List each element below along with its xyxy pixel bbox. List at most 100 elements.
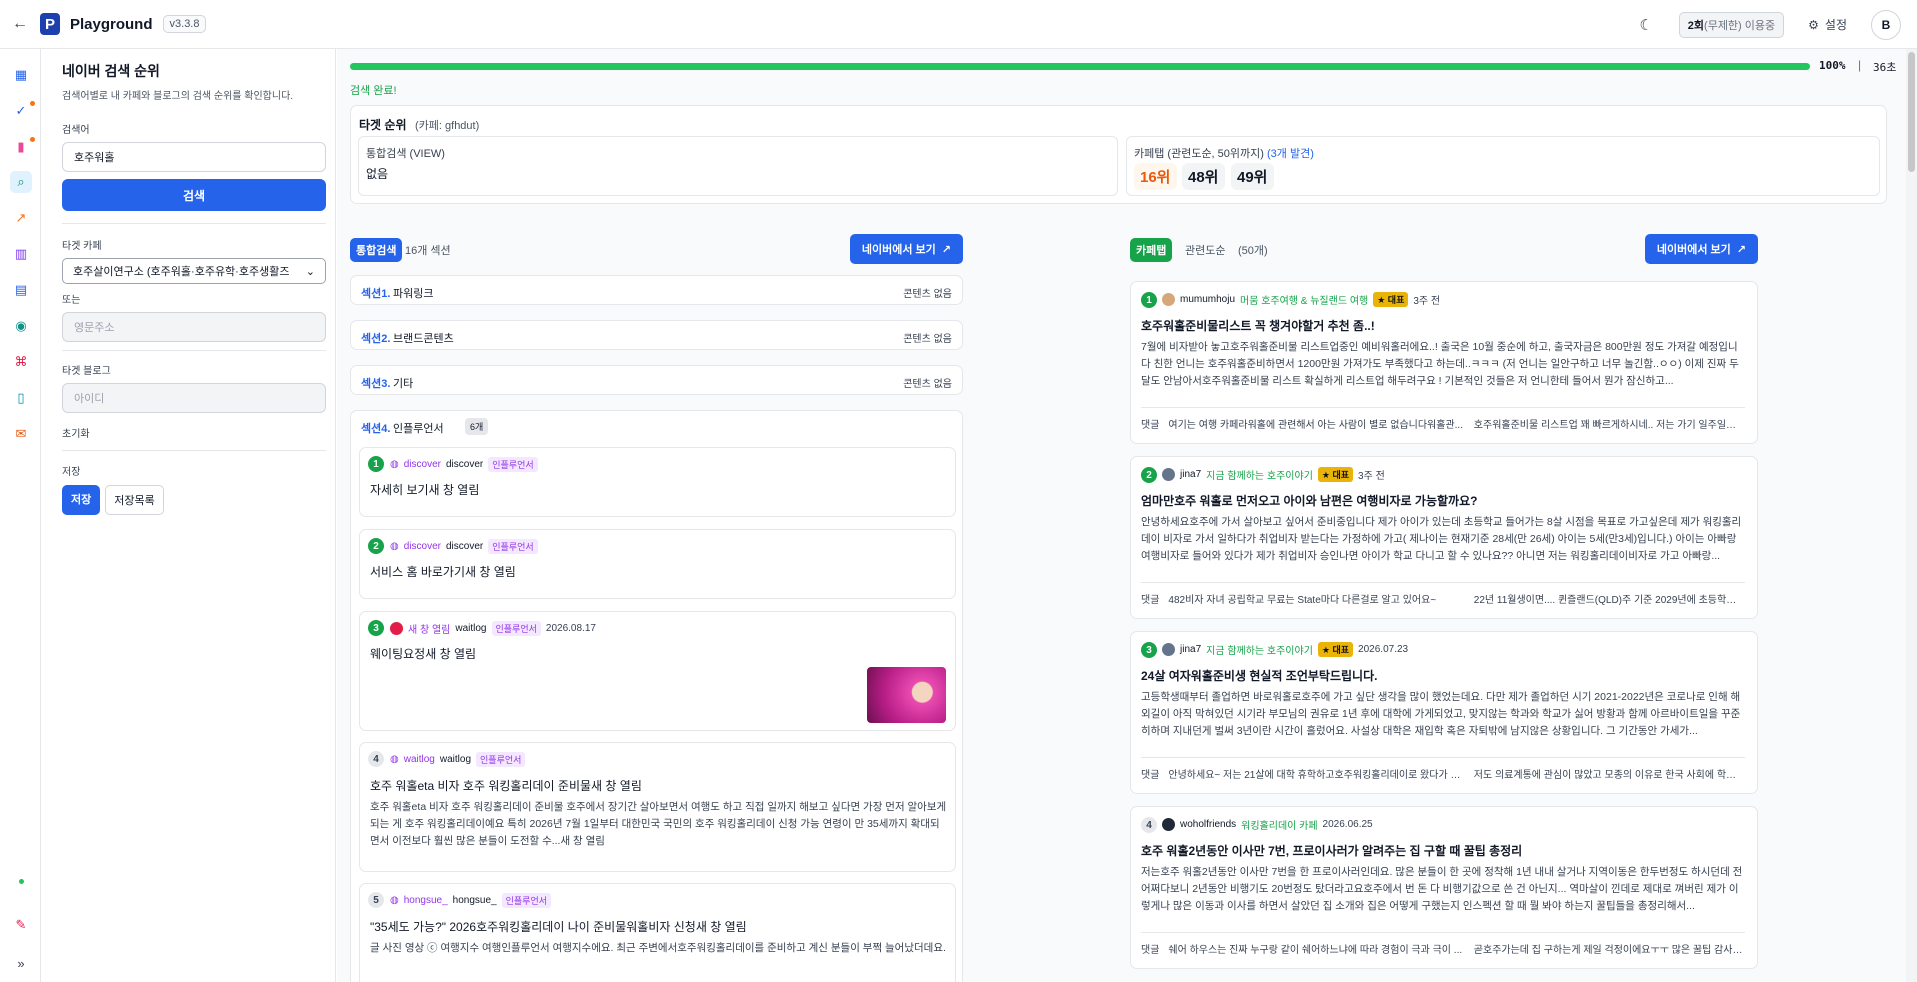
post-description: 고등학생때부터 졸업하면 바로워홀로호주에 가고 싶단 생각을 많이 했었는데요… [1141, 691, 1741, 737]
post-title[interactable]: 24살 여자워홀준비생 현실적 조언부탁드립니다. [1141, 667, 1377, 684]
rank-number: 2 [368, 538, 384, 554]
save-list-button[interactable]: 저장목록 [105, 485, 164, 515]
influencer-tag: 인플루언서 [488, 457, 538, 472]
author-avatar [390, 622, 403, 635]
cafe-tab-header: 카페탭 관련도순 (50개) 네이버에서 보기 ↗ [1130, 234, 1758, 276]
panel-title: 네이버 검색 순위 [62, 63, 160, 79]
rank-chip[interactable]: 16위 [1134, 163, 1177, 190]
search-icon[interactable]: ⌕ [10, 171, 32, 193]
influencer-item[interactable]: 1 ◍ discover discover 인플루언서 자세히 보기새 창 열림 [359, 447, 956, 517]
influencer-item[interactable]: 2 ◍ discover discover 인플루언서 서비스 홈 바로가기새 창 열… [359, 529, 956, 599]
dark-mode-moon-icon[interactable]: ☾ [1639, 16, 1652, 34]
view-on-naver-button[interactable]: 네이버에서 보기 ↗ [849, 234, 963, 264]
influencer-tag: 인플루언서 [488, 539, 538, 554]
settings-button[interactable]: ⚙ 설정 [1808, 16, 1847, 33]
item-title[interactable]: 웨이팅요정새 창 열림 [370, 645, 476, 662]
influencer-link[interactable]: discover [404, 541, 441, 552]
blog-id-input[interactable]: 아이디 [62, 383, 326, 413]
check-circle-icon[interactable]: ✓ [10, 100, 32, 122]
cafe-tab-column: 카페탭 관련도순 (50개) 네이버에서 보기 ↗ 1 mumumhoju 머뭄 호… [1130, 234, 1758, 982]
post-title[interactable]: 호주 워홀2년동안 이사만 7번, 프로이사러가 알려주는 집 구할 때 꿀팁 … [1141, 842, 1522, 859]
item-title[interactable]: "35세도 가능?" 2026호주워킹홀리데이 나이 준비물워홀비자 신청새 창… [370, 918, 747, 935]
influencer-item[interactable]: 3 새 창 열림 waitlog 인플루언서 2026.08.17 웨이팅요정새 창 … [359, 611, 956, 731]
author-avatar [1162, 293, 1175, 306]
usage-badge: 2회(무제한) 이용중 [1678, 11, 1785, 38]
cafe-name[interactable]: 워킹홀리데이 카페 [1241, 817, 1317, 832]
cafe-name[interactable]: 머뭄 호주여행 & 뉴질랜드 여행 [1240, 292, 1368, 307]
sitemap-icon[interactable]: ⌘ [10, 351, 32, 373]
post-title[interactable]: 엄마만호주 워홀로 먼저오고 아이와 남편은 여행비자로 가능할까요? [1141, 492, 1477, 509]
influencer-link[interactable]: discover [404, 459, 441, 470]
trending-up-icon[interactable]: ↗ [10, 207, 32, 229]
cafe-post-card[interactable]: 4 woholfriends 워킹홀리데이 카페 2026.06.25 호주 워홀2… [1130, 806, 1758, 969]
item-title[interactable]: 호주 워홀eta 비자 호주 워킹홀리데이 준비물새 창 열림 [370, 777, 642, 794]
cafe-tab-rank-label: 카페탭 (관련도순, 50위까지) (3개 발견) [1134, 148, 1314, 160]
post-description: 저는호주 워홀2년동안 이사만 7번을 한 프로이사러인데요. 많은 분들이 한… [1141, 866, 1743, 912]
scrollbar-thumb[interactable] [1908, 52, 1915, 172]
layers-icon[interactable]: ▥ [10, 243, 32, 265]
rank-number: 3 [368, 620, 384, 636]
influencer-item[interactable]: 5 ◍ hongsue_ hongsue_ 인플루언서 "35세도 가능?" 2026… [359, 883, 956, 982]
section-row[interactable]: 섹션3. 기타 콘텐츠 없음 [350, 365, 963, 395]
elapsed-seconds: 36초 [1873, 61, 1897, 74]
expand-chevrons-icon[interactable]: » [10, 952, 32, 974]
reset-link[interactable]: 초기화 [62, 425, 325, 440]
influencer-item[interactable]: 4 ◍ waitlog waitlog 인플루언서 호주 워홀eta 비자 호주 워킹… [359, 742, 956, 872]
author-avatar [1162, 818, 1175, 831]
save-button[interactable]: 저장 [62, 485, 101, 515]
target-cafe-select[interactable]: 호주살이연구소 (호주워홀·호주유학·호주생활즈 ⌄ [62, 258, 326, 284]
rank-number: 1 [1141, 292, 1157, 308]
chat-icon[interactable]: ✉ [10, 423, 32, 445]
post-title[interactable]: 호주워홀준비물리스트 꼭 챙겨야할거 추천 좀..! [1141, 317, 1375, 334]
save-section-label: 저장 [62, 467, 81, 478]
target-cafe-id: (카페: gfhdut) [415, 120, 480, 132]
integrated-header: 통합검색 16개 섹션 네이버에서 보기 ↗ [350, 234, 963, 276]
item-title[interactable]: 서비스 홈 바로가기새 창 열림 [370, 563, 516, 580]
rank-chip[interactable]: 49위 [1231, 163, 1274, 190]
cafe-post-card[interactable]: 1 mumumhoju 머뭄 호주여행 & 뉴질랜드 여행 ★ 대표 3주 전 호주워… [1130, 281, 1758, 444]
cafe-name[interactable]: 지금 함께하는 호주이야기 [1206, 642, 1313, 657]
section-name: 인플루언서 [393, 423, 444, 435]
layout-icon[interactable]: ▯ [10, 387, 32, 409]
cafe-url-input[interactable]: 영문주소 [62, 312, 326, 342]
target-cafe-label: 타겟 카페 [62, 241, 102, 252]
search-button[interactable]: 검색 [62, 179, 326, 211]
author-avatar [1162, 468, 1175, 481]
rank-chip[interactable]: 48위 [1182, 163, 1225, 190]
user-avatar[interactable]: B [1871, 9, 1901, 40]
globe-icon: ◍ [390, 754, 399, 765]
no-content-label: 콘텐츠 없음 [903, 289, 952, 300]
grid-icon[interactable]: ▦ [10, 64, 32, 86]
cafe-post-card[interactable]: 2 jina7 지금 함께하는 호주이야기 ★ 대표 3주 전 엄마만호주 워홀로 먼… [1130, 456, 1758, 619]
view-rank-value: 없음 [366, 167, 389, 181]
notification-dot [30, 137, 35, 142]
view-on-naver-button[interactable]: 네이버에서 보기 ↗ [1644, 234, 1758, 264]
result-count: (50개) [1238, 245, 1268, 257]
cafe-post-card[interactable]: 3 jina7 지금 함께하는 호주이야기 ★ 대표 2026.07.23 24살 여… [1130, 631, 1758, 794]
notification-dot [30, 101, 35, 106]
item-title[interactable]: 자세히 보기새 창 열림 [370, 481, 479, 498]
view-rank-label: 통합검색 (VIEW) [366, 148, 445, 160]
vertical-scrollbar[interactable] [1906, 49, 1917, 982]
influencer-link[interactable]: 새 창 열림 [408, 621, 450, 636]
gear-icon: ⚙ [1808, 17, 1819, 32]
rank-number: 3 [1141, 642, 1157, 658]
divider [62, 350, 326, 351]
item-description: 호주 워홀eta 비자 호주 워킹홀리데이 준비물 호주에서 장기간 살아보면서… [370, 801, 947, 847]
keyword-input[interactable]: 호주워홀 [62, 142, 326, 172]
eye-icon[interactable]: ◉ [10, 315, 32, 337]
influencer-section: 섹션4. 인플루언서 6개 1 ◍ discover discover 인플루언서 자… [350, 410, 963, 982]
influencer-link[interactable]: hongsue_ [404, 895, 448, 906]
influencer-tag: 인플루언서 [476, 752, 526, 767]
cafe-name[interactable]: 지금 함께하는 호주이야기 [1206, 467, 1313, 482]
bar-chart-icon[interactable]: ▮ [10, 136, 32, 158]
influencer-link[interactable]: waitlog [404, 754, 435, 765]
section-row[interactable]: 섹션2. 브랜드콘텐츠 콘텐츠 없음 [350, 320, 963, 350]
post-thumbnail[interactable] [867, 667, 946, 723]
influencer-tag: 인플루언서 [501, 893, 552, 908]
back-arrow-icon[interactable]: ← [0, 0, 40, 49]
section-row[interactable]: 섹션1. 파워링크 콘텐츠 없음 [350, 275, 963, 305]
integrated-pill: 통합검색 [350, 238, 403, 262]
document-icon[interactable]: ▤ [10, 279, 32, 301]
edit-icon[interactable]: ✎ [10, 914, 32, 936]
